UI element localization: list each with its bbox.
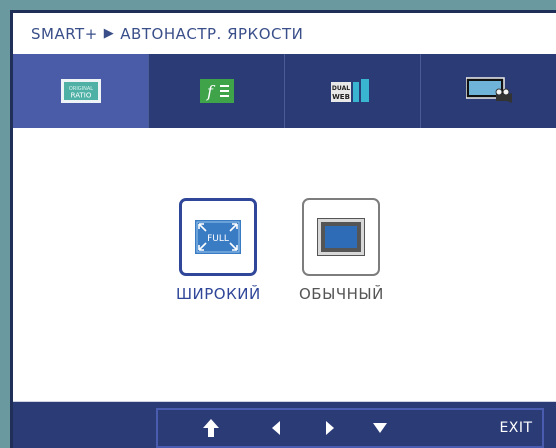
right-button[interactable] [320,410,340,446]
original-ratio-text-bottom: RATIO [70,92,91,100]
tab-cinema-mode[interactable] [421,54,556,128]
left-button[interactable] [266,410,286,446]
tab-dual-web[interactable]: DUAL WEB [285,54,421,128]
footer-bar: EXIT [13,402,556,448]
option-wide-frame[interactable]: FULL [179,198,258,276]
nav-button-group: EXIT [156,408,544,448]
dual-web-text-top: DUAL [331,85,349,92]
breadcrumb-arrow-icon: ▶ [103,26,115,41]
header-bar: SMART+ ▶ АВТОНАСТР. ЯРКОСТИ [13,13,556,55]
exit-label: EXIT [499,420,533,436]
osd-window: SMART+ ▶ АВТОНАСТР. ЯРКОСТИ ORIGINAL RAT… [10,10,556,448]
option-normal-label: ОБЫЧНЫЙ [299,285,384,303]
right-arrow-icon [326,421,334,435]
breadcrumb-root: SMART+ [31,24,98,43]
f-engine-icon: f [199,79,234,103]
full-screen-icon: FULL [195,220,242,254]
option-wide-label: ШИРОКИЙ [176,285,261,303]
main-content: FULL ШИРОКИЙ ОБЫЧНЫЙ [13,128,556,402]
dual-web-text-bottom: WEB [332,93,350,101]
tab-original-ratio[interactable]: ORIGINAL RATIO [13,54,149,128]
down-arrow-icon [373,423,387,433]
left-arrow-icon [272,421,280,435]
down-button[interactable] [368,410,392,446]
original-ratio-icon: ORIGINAL RATIO [60,79,101,103]
full-badge: FULL [207,234,229,244]
breadcrumb: SMART+ ▶ АВТОНАСТР. ЯРКОСТИ [31,25,303,43]
option-wide[interactable]: FULL ШИРОКИЙ [176,198,261,303]
option-normal-frame[interactable] [302,198,381,276]
normal-screen-icon [317,218,366,256]
option-normal[interactable]: ОБЫЧНЫЙ [299,198,384,303]
breadcrumb-page: АВТОНАСТР. ЯРКОСТИ [120,24,304,43]
tab-bar: ORIGINAL RATIO f DUAL WEB [13,54,556,128]
tab-f-engine[interactable]: f [149,54,285,128]
exit-button[interactable]: EXIT [494,410,538,446]
cinema-mode-icon [465,77,512,103]
dual-web-icon: DUAL WEB [330,79,369,102]
up-return-arrow-icon [203,419,219,437]
back-button[interactable] [198,410,224,446]
